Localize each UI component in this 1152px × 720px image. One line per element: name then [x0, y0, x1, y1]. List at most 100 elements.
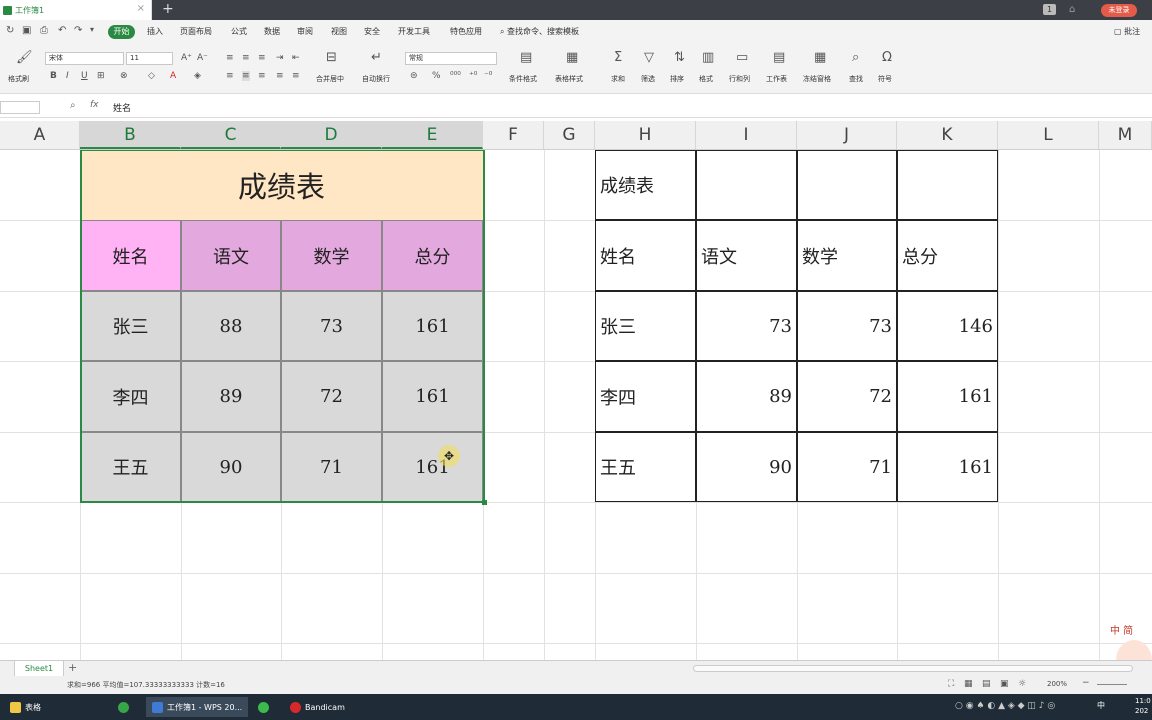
- left-table-title[interactable]: 成绩表: [80, 150, 483, 220]
- menu-insert[interactable]: 插入: [147, 26, 163, 37]
- normal-view-icon[interactable]: ▦: [964, 679, 973, 689]
- percent-icon[interactable]: %: [432, 71, 441, 81]
- left-table-cell[interactable]: 161: [382, 361, 483, 432]
- column-header-d[interactable]: D: [281, 121, 382, 149]
- find-icon[interactable]: ⌕: [852, 50, 859, 65]
- redo-arrow-icon[interactable]: ↷: [74, 25, 82, 36]
- document-tab[interactable]: 工作簿1 ×: [0, 0, 152, 20]
- left-table-header[interactable]: 语文: [181, 220, 281, 291]
- left-table-cell[interactable]: 王五: [80, 432, 181, 502]
- redo-icon[interactable]: ↻: [6, 25, 14, 36]
- wrap-text-icon[interactable]: ↵: [371, 50, 382, 65]
- column-header-i[interactable]: I: [696, 121, 797, 149]
- clear-format-icon[interactable]: ◈: [194, 71, 201, 81]
- left-table-cell[interactable]: 88: [181, 291, 281, 361]
- fill-color-icon[interactable]: ◇: [148, 71, 155, 81]
- align-center-icon[interactable]: ≡: [242, 71, 250, 81]
- filter-label[interactable]: 筛选: [641, 74, 655, 84]
- menu-review[interactable]: 审阅: [297, 26, 313, 37]
- font-size-select[interactable]: 11: [126, 52, 173, 65]
- worksheet-icon[interactable]: ▤: [773, 50, 785, 65]
- distribute-icon[interactable]: ≡: [292, 71, 300, 81]
- left-table-cell[interactable]: 张三: [80, 291, 181, 361]
- add-sheet-icon[interactable]: +: [68, 661, 77, 674]
- right-table-cell[interactable]: 89: [696, 361, 797, 432]
- fill-handle[interactable]: [482, 500, 487, 505]
- right-table-cell[interactable]: 161: [897, 361, 998, 432]
- menu-data[interactable]: 数据: [264, 26, 280, 37]
- column-header-h[interactable]: H: [595, 121, 696, 149]
- zoom-out-icon[interactable]: −: [1082, 678, 1090, 688]
- sum-icon[interactable]: Σ: [614, 50, 622, 65]
- taskbar-app-folder[interactable]: 表格: [4, 697, 47, 717]
- align-top-icon[interactable]: ≡: [226, 53, 234, 63]
- menu-security[interactable]: 安全: [364, 26, 380, 37]
- increase-font-icon[interactable]: A⁺: [181, 53, 192, 63]
- bold-icon[interactable]: B: [50, 71, 57, 81]
- symbol-label[interactable]: 符号: [878, 74, 892, 84]
- right-table-cell[interactable]: 张三: [595, 291, 696, 361]
- annotate-button[interactable]: ▢ 批注: [1114, 26, 1140, 37]
- rows-cols-icon[interactable]: ▭: [736, 50, 748, 65]
- menu-special[interactable]: 特色应用: [450, 26, 482, 37]
- input-method-indicator[interactable]: 中: [1097, 700, 1105, 711]
- column-header-b[interactable]: B: [80, 121, 181, 149]
- conditional-format-icon[interactable]: ▤: [520, 50, 532, 65]
- login-button[interactable]: 未登录: [1101, 4, 1137, 17]
- right-table-header[interactable]: 总分: [897, 220, 998, 291]
- freeze-panes-icon[interactable]: ▦: [814, 50, 826, 65]
- column-header-l[interactable]: L: [998, 121, 1099, 149]
- right-table-cell[interactable]: 161: [897, 432, 998, 502]
- chevron-down-icon[interactable]: ▾: [90, 25, 94, 34]
- sort-label[interactable]: 排序: [670, 74, 684, 84]
- menu-view[interactable]: 视图: [331, 26, 347, 37]
- column-header-c[interactable]: C: [181, 121, 281, 149]
- right-table-header[interactable]: 语文: [696, 220, 797, 291]
- left-table-header[interactable]: 姓名: [80, 220, 181, 291]
- worksheet-label[interactable]: 工作表: [766, 74, 787, 84]
- close-icon[interactable]: ×: [137, 3, 145, 14]
- increase-decimal-icon[interactable]: ⁺⁰: [469, 71, 477, 81]
- page-break-view-icon[interactable]: ▤: [982, 679, 991, 689]
- right-table-cell[interactable]: 146: [897, 291, 998, 361]
- taskbar-app-green[interactable]: [112, 697, 135, 717]
- fullscreen-icon[interactable]: ⛶: [948, 679, 954, 689]
- left-table-cell[interactable]: 161: [382, 432, 483, 502]
- sort-icon[interactable]: ⇅: [674, 50, 685, 65]
- print-preview-icon[interactable]: ⎙: [40, 25, 48, 36]
- left-table-cell[interactable]: 72: [281, 361, 382, 432]
- outdent-icon[interactable]: ⇤: [292, 53, 300, 63]
- reading-view-icon[interactable]: ▣: [1000, 679, 1009, 689]
- cell-grid[interactable]: 成绩表 姓名 张三 李四 王五 语文 88 89 90 数学 73 72 71 总分 161 161 161 成绩…: [0, 150, 1152, 660]
- left-table-header[interactable]: 数学: [281, 220, 382, 291]
- right-table-cell[interactable]: 李四: [595, 361, 696, 432]
- symbol-icon[interactable]: Ω: [882, 50, 892, 65]
- zoom-icon[interactable]: ⌕: [70, 100, 76, 111]
- align-middle-icon[interactable]: ≡: [242, 53, 250, 63]
- left-table-cell[interactable]: 90: [181, 432, 281, 502]
- format-painter-icon[interactable]: 🖌: [16, 50, 33, 65]
- font-effect-icon[interactable]: ⊗: [120, 71, 128, 81]
- skin-icon[interactable]: ⌂: [1069, 4, 1080, 15]
- conditional-format-label[interactable]: 条件格式: [509, 74, 537, 84]
- horizontal-scrollbar[interactable]: [693, 665, 1133, 672]
- align-bottom-icon[interactable]: ≡: [258, 53, 266, 63]
- justify-icon[interactable]: ≡: [276, 71, 284, 81]
- right-table-cell[interactable]: 73: [696, 291, 797, 361]
- name-box[interactable]: [0, 101, 40, 114]
- zoom-level[interactable]: 200%: [1047, 680, 1067, 688]
- table-style-label[interactable]: 表格样式: [555, 74, 583, 84]
- merge-center-icon[interactable]: ⊟: [326, 50, 337, 65]
- save-icon[interactable]: ▣: [22, 25, 31, 36]
- decrease-font-icon[interactable]: A⁻: [197, 53, 208, 63]
- left-table-header[interactable]: 总分: [382, 220, 483, 291]
- system-clock[interactable]: 11:0 202: [1135, 696, 1151, 716]
- column-header-f[interactable]: F: [483, 121, 544, 149]
- merge-center-label[interactable]: 合并居中: [316, 74, 344, 84]
- column-header-g[interactable]: G: [544, 121, 595, 149]
- right-table-header[interactable]: 姓名: [595, 220, 696, 291]
- right-table-empty-cell[interactable]: [797, 150, 897, 220]
- zoom-slider[interactable]: [1097, 684, 1127, 685]
- formula-input[interactable]: 姓名: [113, 101, 131, 114]
- sheet-tab-sheet1[interactable]: Sheet1: [14, 661, 64, 676]
